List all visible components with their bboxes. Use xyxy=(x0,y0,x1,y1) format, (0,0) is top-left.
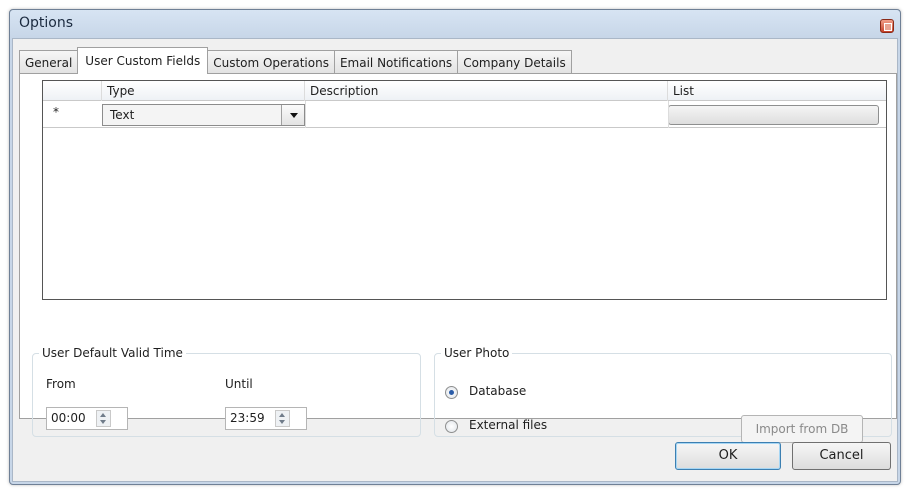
user-photo-group: User Photo Database External files Impor… xyxy=(434,346,892,443)
until-time-value: 23:59 xyxy=(230,411,265,425)
column-header-list[interactable]: List xyxy=(668,81,888,101)
external-files-label[interactable]: External files xyxy=(469,418,547,432)
tab-company-details[interactable]: Company Details xyxy=(457,50,572,74)
options-dialog: Options General User Custom Fields Custo… xyxy=(9,9,901,485)
from-time-value: 00:00 xyxy=(51,411,86,425)
new-row-marker: * xyxy=(53,105,59,119)
cancel-button[interactable]: Cancel xyxy=(792,442,891,470)
import-from-db-button[interactable]: Import from DB xyxy=(741,415,863,443)
column-header-type[interactable]: Type xyxy=(102,81,305,101)
grid-header: Type Description List xyxy=(43,81,886,101)
group-title: User Default Valid Time xyxy=(42,346,183,360)
window-title: Options xyxy=(19,15,74,31)
custom-fields-grid[interactable]: Type Description List * Text xyxy=(42,80,887,300)
from-time-stepper[interactable]: 00:00 xyxy=(46,407,128,430)
type-dropdown[interactable]: Text xyxy=(102,104,305,126)
spin-arrows-icon[interactable] xyxy=(275,410,290,427)
close-icon[interactable] xyxy=(880,19,894,33)
from-label: From xyxy=(46,377,76,391)
chevron-down-icon[interactable] xyxy=(281,105,304,125)
row-header-column xyxy=(43,81,102,101)
until-label: Until xyxy=(225,377,253,391)
column-header-description[interactable]: Description xyxy=(305,81,668,101)
group-title: User Photo xyxy=(444,346,510,360)
dialog-client-area: General User Custom Fields Custom Operat… xyxy=(12,38,898,482)
until-time-stepper[interactable]: 23:59 xyxy=(225,407,307,430)
type-dropdown-value: Text xyxy=(110,108,135,122)
user-default-valid-time-group: User Default Valid Time From 00:00 Until… xyxy=(32,346,421,437)
title-bar[interactable]: Options xyxy=(10,10,900,38)
database-radio[interactable] xyxy=(445,386,458,399)
tab-custom-operations[interactable]: Custom Operations xyxy=(207,50,335,74)
spin-arrows-icon[interactable] xyxy=(96,410,111,427)
ok-button[interactable]: OK xyxy=(675,442,781,470)
column-divider xyxy=(668,101,669,128)
tab-strip: General User Custom Fields Custom Operat… xyxy=(19,47,572,74)
list-cell-button[interactable] xyxy=(668,105,879,125)
description-cell[interactable] xyxy=(306,102,667,127)
tab-user-custom-fields[interactable]: User Custom Fields xyxy=(77,47,209,74)
external-files-radio[interactable] xyxy=(445,420,458,433)
database-label[interactable]: Database xyxy=(469,384,526,398)
tab-general[interactable]: General xyxy=(19,50,79,74)
user-custom-fields-page: Type Description List * Text User Defaul… xyxy=(19,73,897,443)
tab-email-notifications[interactable]: Email Notifications xyxy=(333,50,459,74)
